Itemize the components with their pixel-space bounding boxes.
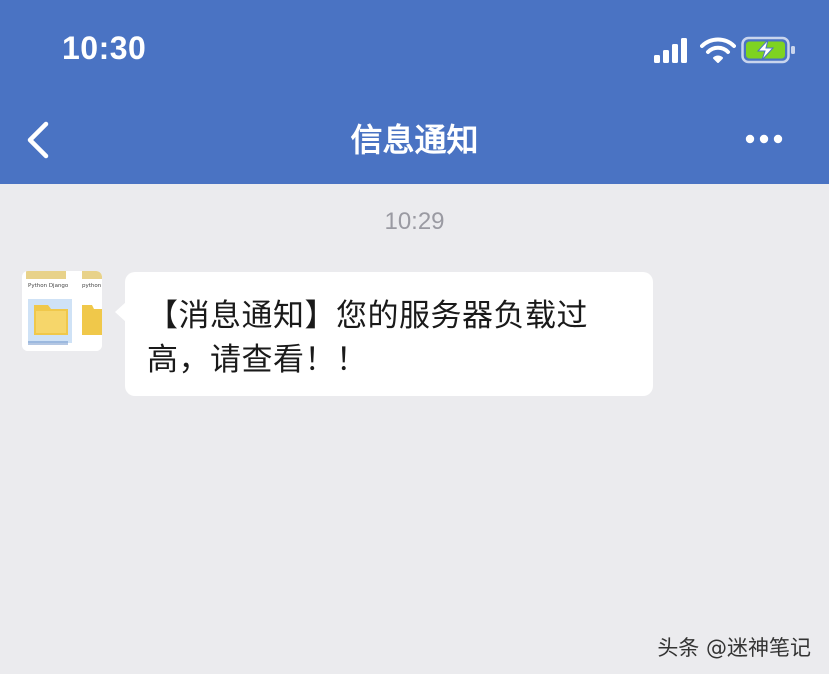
header: 10:30 信息通知 xyxy=(0,0,829,184)
chat-screen: 10:30 信息通知 10:29 Python Django python 【消… xyxy=(0,0,829,674)
message-timestamp: 10:29 xyxy=(384,208,445,235)
page-title: 信息通知 xyxy=(350,121,479,159)
avatar-image: Python Django python xyxy=(22,271,102,351)
message-text: 【消息通知】您的服务器负载过高，请查看！！ xyxy=(147,298,588,378)
signal-icon xyxy=(654,38,687,63)
wifi-icon xyxy=(700,37,736,63)
avatar[interactable]: Python Django python xyxy=(22,271,102,351)
avatar-label-2: python xyxy=(82,283,102,289)
avatar-label-1: Python Django xyxy=(28,283,69,289)
message-bubble[interactable]: 【消息通知】您的服务器负载过高，请查看！！ xyxy=(125,272,653,396)
battery-charging-icon xyxy=(741,36,795,64)
more-dots-icon[interactable] xyxy=(740,124,788,154)
watermark: 头条 @迷神笔记 xyxy=(657,636,811,660)
status-time: 10:30 xyxy=(62,30,147,66)
